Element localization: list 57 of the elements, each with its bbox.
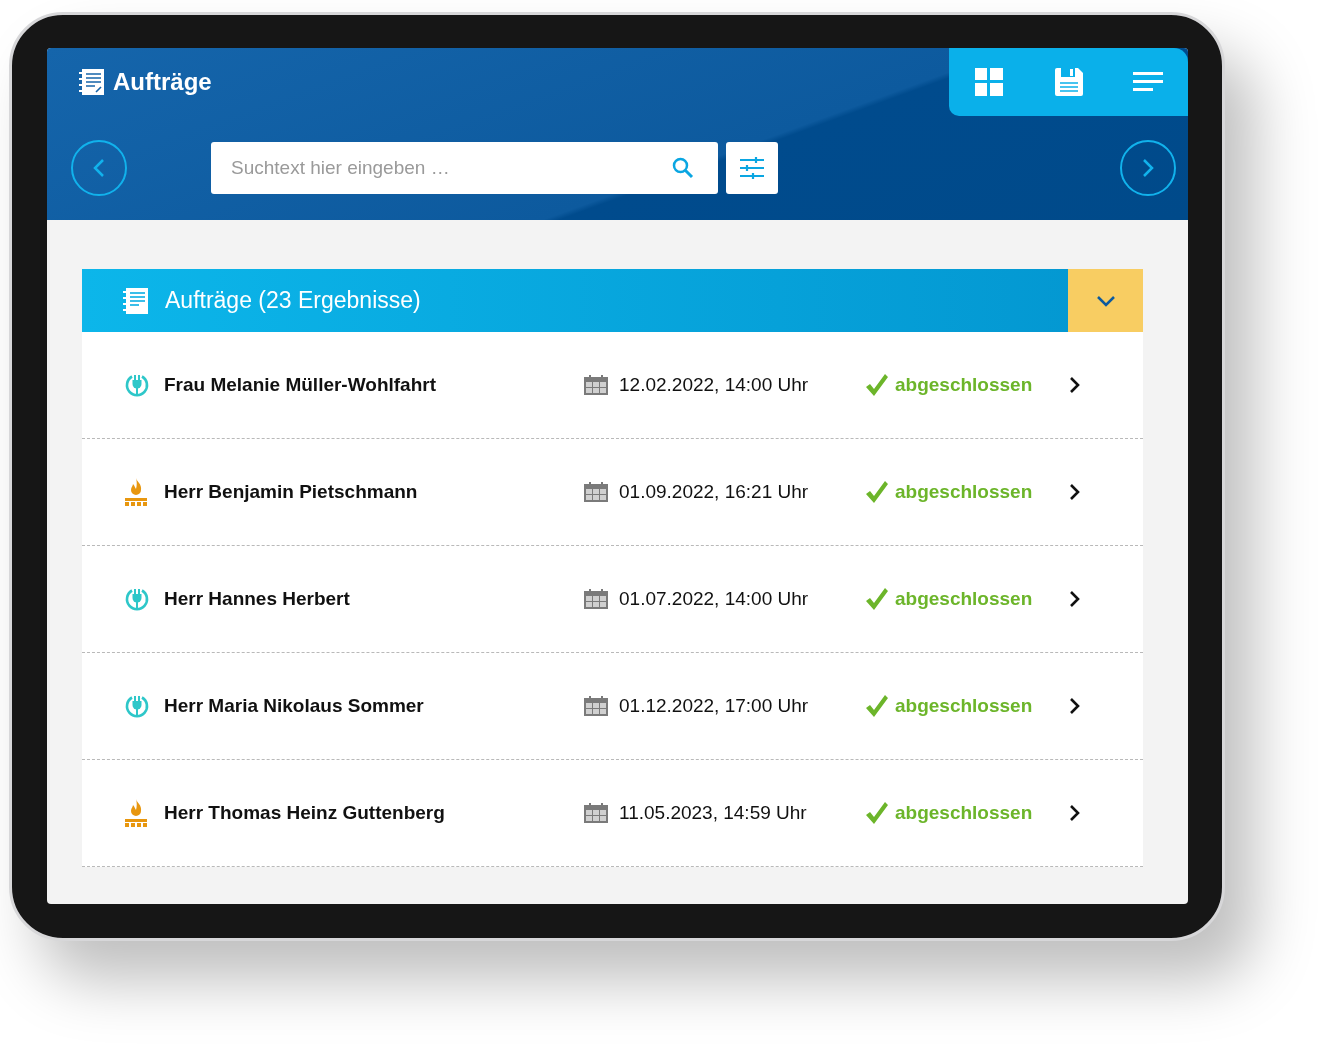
panel-title: Aufträge (23 Ergebnisse) xyxy=(165,286,421,315)
checkmark-icon xyxy=(865,373,889,397)
sliders-icon xyxy=(740,157,764,179)
order-row[interactable]: Herr Maria Nikolaus Sommer 01.12.2022, 17:00 Uhr abgeschlossen xyxy=(82,653,1143,760)
chevron-right-icon xyxy=(1069,590,1081,608)
grid-icon xyxy=(974,68,1003,96)
back-button[interactable] xyxy=(71,140,127,196)
chevron-right-icon xyxy=(1069,376,1081,394)
chevron-right-icon xyxy=(1142,158,1154,178)
chevron-left-icon xyxy=(93,158,105,178)
customer-name: Frau Melanie Müller-Wohlfahrt xyxy=(164,372,437,397)
chevron-right-icon xyxy=(1069,697,1081,715)
customer-name: Herr Hannes Herbert xyxy=(164,586,351,611)
chevron-right-icon xyxy=(1069,804,1081,822)
notebook-icon xyxy=(123,286,149,315)
order-status: abgeschlossen xyxy=(895,693,1034,718)
order-date: 11.05.2023, 14:59 Uhr xyxy=(619,800,808,825)
order-row[interactable]: Herr Thomas Heinz Guttenberg 11.05.2023, 14:59 Uhr abgeschlossen xyxy=(82,760,1143,867)
plug-icon xyxy=(124,372,150,398)
app-title: Aufträge xyxy=(113,67,212,97)
order-status: abgeschlossen xyxy=(895,479,1034,504)
plug-icon xyxy=(124,586,150,612)
order-row[interactable]: Herr Hannes Herbert 01.07.2022, 14:00 Uhr abgeschlossen xyxy=(82,546,1143,653)
notebook-icon xyxy=(79,68,105,96)
order-status: abgeschlossen xyxy=(895,372,1034,397)
save-icon xyxy=(1054,68,1083,96)
checkmark-icon xyxy=(865,480,889,504)
search-icon xyxy=(672,157,694,179)
menu-icon xyxy=(1133,72,1164,92)
chevron-down-icon xyxy=(1095,294,1116,307)
calendar-icon xyxy=(584,482,608,502)
fire-icon xyxy=(124,478,148,506)
order-date: 01.12.2022, 17:00 Uhr xyxy=(619,693,810,718)
calendar-icon xyxy=(584,696,608,716)
order-row[interactable]: Herr Benjamin Pietschmann 01.09.2022, 16:21 Uhr abgeschlossen xyxy=(82,439,1143,546)
calendar-icon xyxy=(584,589,608,609)
order-status: abgeschlossen xyxy=(895,800,1034,825)
filter-button[interactable] xyxy=(726,142,778,194)
plug-icon xyxy=(124,693,150,719)
customer-name: Herr Thomas Heinz Guttenberg xyxy=(164,800,446,825)
order-date: 01.07.2022, 14:00 Uhr xyxy=(619,586,810,611)
checkmark-icon xyxy=(865,587,889,611)
order-date: 12.02.2022, 14:00 Uhr xyxy=(619,372,810,397)
order-status: abgeschlossen xyxy=(895,586,1034,611)
fire-icon xyxy=(124,799,148,827)
checkmark-icon xyxy=(865,694,889,718)
calendar-icon xyxy=(584,375,608,395)
order-row[interactable]: Frau Melanie Müller-Wohlfahrt 12.02.2022, 14:00 Uhr abgeschlossen xyxy=(82,332,1143,439)
customer-name: Herr Benjamin Pietschmann xyxy=(164,479,419,504)
search-field[interactable]: Suchtext hier eingeben … xyxy=(211,142,718,194)
checkmark-icon xyxy=(865,801,889,825)
calendar-icon xyxy=(584,803,608,823)
order-date: 01.09.2022, 16:21 Uhr xyxy=(619,479,810,504)
collapse-toggle[interactable] xyxy=(1068,269,1143,332)
forward-button[interactable] xyxy=(1120,140,1176,196)
chevron-right-icon xyxy=(1069,483,1081,501)
customer-name: Herr Maria Nikolaus Sommer xyxy=(164,693,425,718)
